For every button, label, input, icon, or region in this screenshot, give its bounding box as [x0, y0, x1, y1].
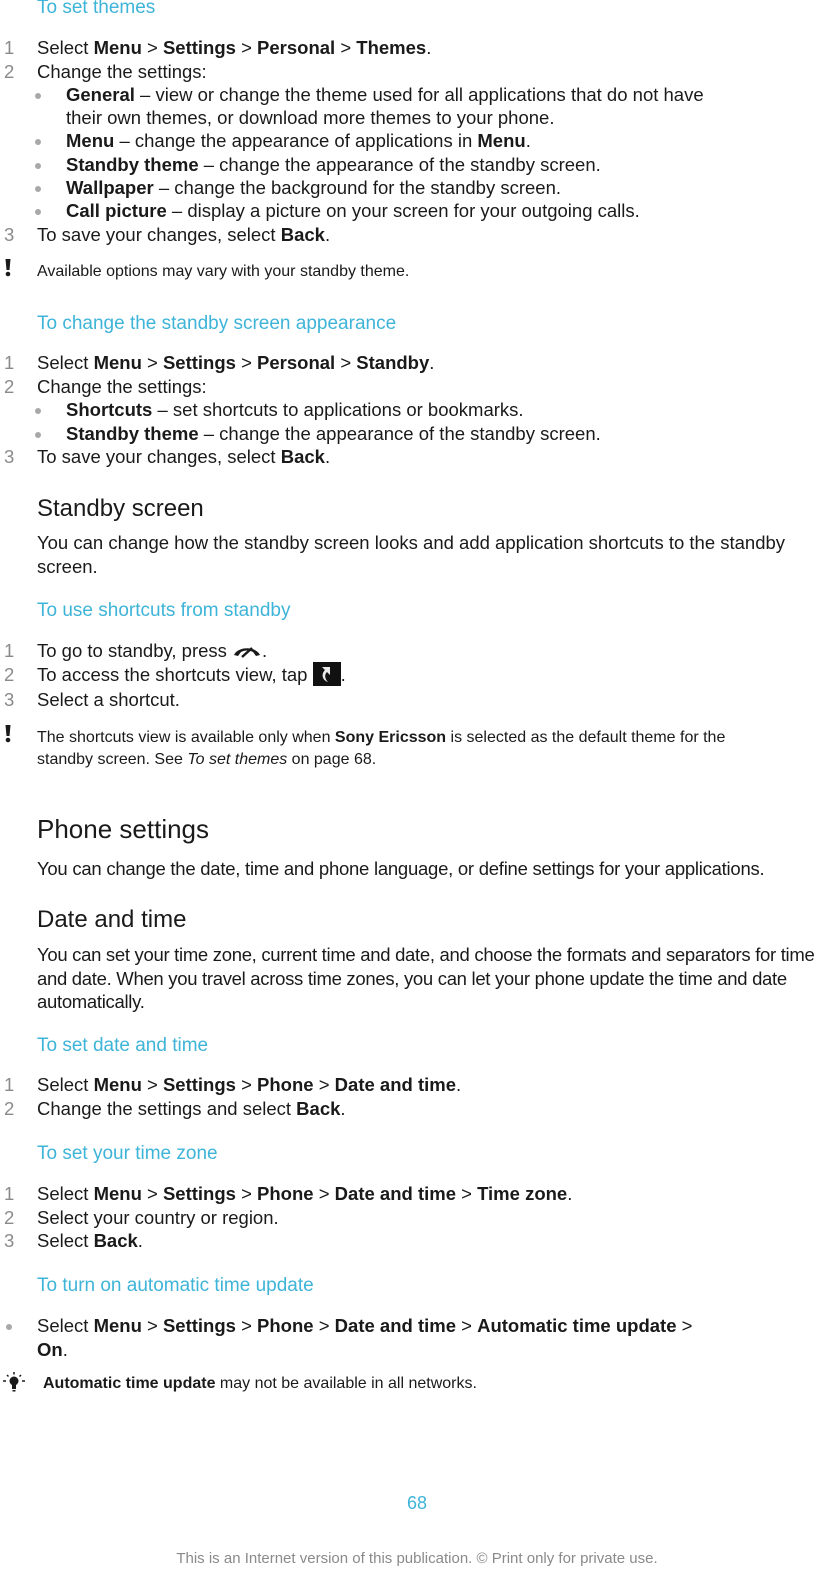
bullet-shortcuts: Shortcuts – set shortcuts to application… [66, 399, 524, 420]
note-shortcuts-line2: standby screen. See To set themes on pag… [37, 751, 377, 768]
step-set-themes-3: To save your changes, select Back. [37, 224, 331, 245]
step-shortcuts-3: Select a shortcut. [37, 689, 180, 710]
footer-notice: This is an Internet version of this publ… [176, 1550, 658, 1567]
bullet-general-cont: their own themes, or download more theme… [66, 107, 555, 128]
step-number: 1 [4, 352, 15, 373]
tip-auto-time: Automatic time update may not be availab… [43, 1375, 477, 1392]
bullet-call-picture: Call picture – display a picture on your… [66, 200, 640, 221]
step-number: 3 [4, 224, 15, 245]
heading-standby-appearance: To change the standby screen appearance [37, 313, 397, 334]
step-number: 3 [4, 446, 15, 467]
heading-standby-screen: Standby screen [37, 495, 204, 522]
step-number: 2 [4, 1098, 15, 1119]
step-standby-2: Change the settings: [37, 376, 207, 397]
step-number: 2 [4, 664, 15, 685]
tip-lightbulb-icon [2, 1371, 26, 1398]
heading-time-zone: To set your time zone [37, 1143, 218, 1164]
bullet-icon [35, 139, 41, 145]
page-number: 68 [406, 1493, 428, 1513]
heading-set-date-time: To set date and time [37, 1035, 209, 1056]
step-date-time-1: Select Menu > Settings > Phone > Date an… [37, 1074, 462, 1095]
warning-icon [4, 724, 12, 749]
step-date-time-2: Change the settings and select Back. [37, 1098, 346, 1119]
bullet-icon [35, 408, 41, 414]
bullet-wallpaper: Wallpaper – change the background for th… [66, 177, 562, 198]
bullet-icon [35, 432, 41, 438]
link-set-themes[interactable]: To set themes [187, 751, 287, 768]
step-time-zone-3: Select Back. [37, 1230, 143, 1251]
shortcut-arrow-icon [312, 662, 341, 687]
heading-date-time: Date and time [37, 906, 187, 933]
step-set-themes-1: Select Menu > Settings > Personal > Them… [37, 37, 432, 58]
note-standby-options: Available options may vary with your sta… [37, 263, 410, 280]
step-shortcuts-2: To access the shortcuts view, tap . [37, 662, 346, 687]
step-number: 3 [4, 689, 15, 710]
bullet-menu: Menu – change the appearance of applicat… [66, 130, 531, 151]
paragraph-phone-settings: You can change the date, time and phone … [37, 858, 765, 879]
step-number: 1 [4, 37, 15, 58]
step-number: 2 [4, 61, 15, 82]
heading-phone-settings: Phone settings [37, 814, 210, 844]
bullet-standby-theme-2: Standby theme – change the appearance of… [66, 423, 601, 444]
warning-icon [4, 258, 12, 283]
bullet-icon [35, 209, 41, 215]
bullet-icon [6, 1324, 12, 1330]
note-shortcuts: The shortcuts view is available only whe… [37, 729, 726, 746]
bullet-icon [35, 163, 41, 169]
bullet-icon [35, 186, 41, 192]
end-call-key-icon [232, 641, 262, 663]
step-auto-time: Select Menu > Settings > Phone > Date an… [37, 1315, 693, 1336]
paragraph-date-time: You can set your time zone, current time… [37, 944, 815, 1012]
heading-auto-time: To turn on automatic time update [37, 1275, 314, 1296]
step-time-zone-1: Select Menu > Settings > Phone > Date an… [37, 1183, 573, 1204]
paragraph-standby-screen: You can change how the standby screen lo… [37, 532, 786, 577]
step-number: 1 [4, 1183, 15, 1204]
step-number: 2 [4, 376, 15, 397]
step-number: 2 [4, 1207, 15, 1228]
heading-use-shortcuts: To use shortcuts from standby [37, 600, 291, 621]
bullet-standby-theme: Standby theme – change the appearance of… [66, 154, 601, 175]
bullet-icon [35, 93, 41, 99]
step-shortcuts-1: To go to standby, press . [37, 640, 267, 663]
step-number: 1 [4, 1074, 15, 1095]
bullet-general: General – view or change the theme used … [66, 84, 704, 105]
step-time-zone-2: Select your country or region. [37, 1207, 279, 1228]
step-standby-3: To save your changes, select Back. [37, 446, 331, 467]
step-standby-1: Select Menu > Settings > Personal > Stan… [37, 352, 435, 373]
step-number: 1 [4, 640, 15, 661]
step-number: 3 [4, 1230, 15, 1251]
heading-set-themes: To set themes [37, 0, 156, 18]
step-set-themes-2: Change the settings: [37, 61, 207, 82]
step-auto-time-cont: On. [37, 1339, 68, 1360]
